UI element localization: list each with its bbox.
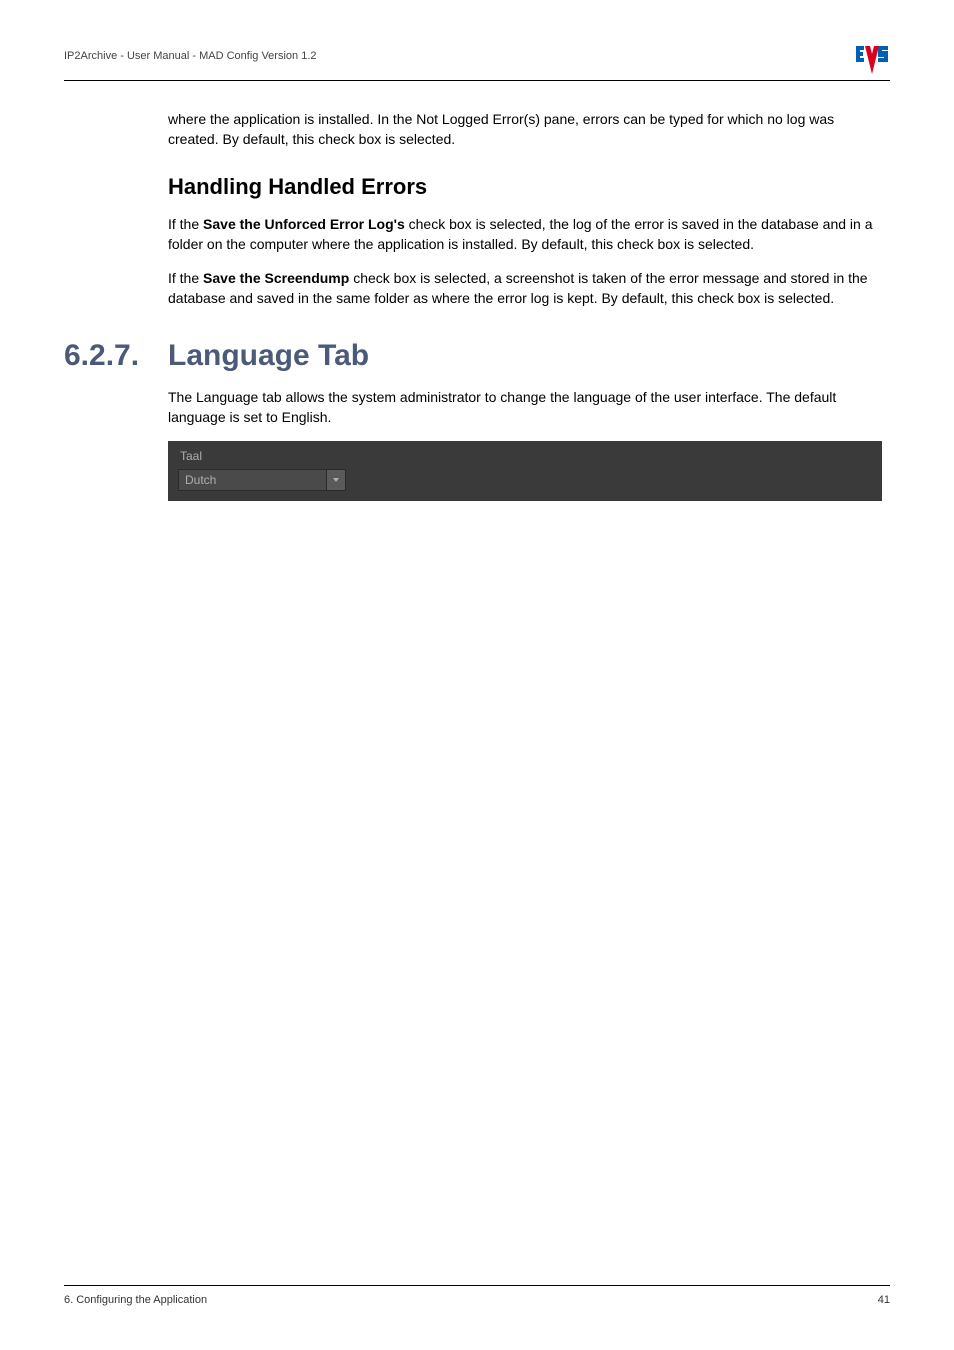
footer-section-name: 6. Configuring the Application xyxy=(64,1294,207,1306)
page-header: IP2Archive - User Manual - MAD Config Ve… xyxy=(64,44,890,81)
evs-logo xyxy=(854,44,890,74)
text-pre: If the xyxy=(168,270,203,286)
language-combobox[interactable]: Dutch xyxy=(178,469,346,491)
header-breadcrumb: IP2Archive - User Manual - MAD Config Ve… xyxy=(64,44,317,62)
combobox-dropdown-button[interactable] xyxy=(326,469,346,491)
chevron-down-icon xyxy=(333,478,339,482)
paragraph-save-screendump: If the Save the Screendump check box is … xyxy=(168,268,882,309)
paragraph-save-unforced: If the Save the Unforced Error Log's che… xyxy=(168,214,882,255)
paragraph-intro: where the application is installed. In t… xyxy=(168,109,882,150)
groupbox-label: Taal xyxy=(178,449,872,463)
combobox-value[interactable]: Dutch xyxy=(178,469,326,491)
section-heading-row: 6.2.7. Language Tab xyxy=(64,339,890,373)
text-bold-save-screendump: Save the Screendump xyxy=(203,270,349,286)
heading-handling-errors: Handling Handled Errors xyxy=(168,174,882,200)
footer-page-number: 41 xyxy=(878,1294,890,1306)
page-footer: 6. Configuring the Application 41 xyxy=(64,1285,890,1306)
section-title: Language Tab xyxy=(168,339,369,373)
text-pre: If the xyxy=(168,216,203,232)
language-groupbox: Taal Dutch xyxy=(168,441,882,501)
text-bold-save-unforced: Save the Unforced Error Log's xyxy=(203,216,405,232)
paragraph-language: The Language tab allows the system admin… xyxy=(168,387,882,428)
section-number: 6.2.7. xyxy=(64,339,168,373)
